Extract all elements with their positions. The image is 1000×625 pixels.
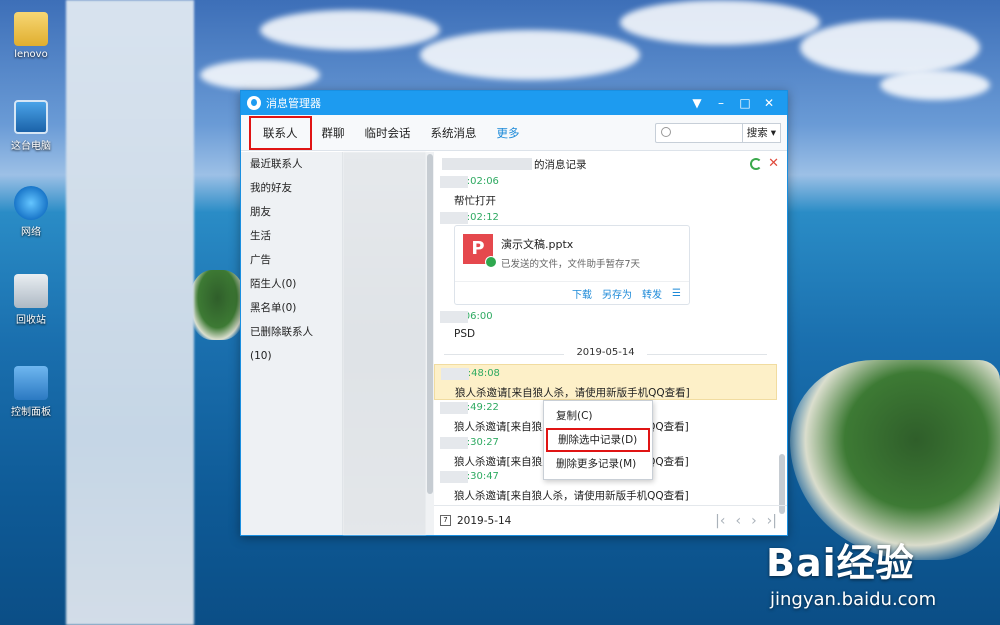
list-item-selected[interactable]: 16:48:08 狼人杀邀请[来自狼人杀，请使用新版手机QQ查看]	[434, 364, 777, 400]
contact-category-list: 最近联系人 我的好友 朋友 生活 广告 陌生人(0) 黑名单(0) 已删除联系人…	[241, 152, 343, 535]
baidu-watermark: Bai经验 jingyan.baidu.com	[766, 532, 936, 610]
category-blacklist[interactable]: 黑名单(0)	[241, 296, 342, 320]
menu-item-delete-more[interactable]: 删除更多记录(M)	[544, 452, 652, 476]
file-status: 已发送的文件，文件助手暂存7天	[501, 259, 641, 270]
contact-list-scrollbar[interactable]	[426, 152, 434, 535]
control-panel-icon	[14, 366, 48, 400]
list-item: 22:02:12	[434, 212, 777, 224]
category-strangers[interactable]: 陌生人(0)	[241, 272, 342, 296]
blurred-contact-list	[343, 152, 426, 535]
tab-contacts[interactable]: 联系人	[249, 115, 312, 150]
desktop-icon-label: 这台电脑	[11, 141, 51, 152]
folder-icon	[14, 12, 48, 46]
category-my-friends[interactable]: 我的好友	[241, 176, 342, 200]
island-image-small	[190, 270, 245, 340]
network-icon	[14, 186, 48, 220]
desktop-icon-control-panel[interactable]: 控制面板	[4, 366, 58, 418]
category-recent[interactable]: 最近联系人	[241, 152, 342, 176]
minimize-button[interactable]: –	[709, 96, 733, 110]
island-image	[790, 360, 1000, 560]
desktop-icon-lenovo[interactable]: lenovo	[4, 12, 58, 60]
title-bar[interactable]: 消息管理器 ▼ – □ ✕	[241, 91, 787, 115]
category-deleted[interactable]: 已删除联系人(10)	[241, 320, 342, 362]
blurred-region	[66, 0, 194, 625]
scrollbar-thumb[interactable]	[427, 154, 433, 494]
tab-group-chat[interactable]: 群聊	[312, 125, 355, 141]
list-item: 2:06:00 PSD	[434, 311, 777, 340]
tab-system-messages[interactable]: 系统消息	[421, 125, 487, 141]
date-separator: 2019-05-14	[434, 347, 777, 358]
desktop-icon-label: 回收站	[16, 315, 46, 326]
delete-icon[interactable]: ✕	[768, 157, 779, 170]
message-text[interactable]: PSD	[434, 328, 777, 340]
message-text[interactable]: 狼人杀邀请[来自狼人杀，请使用新版手机QQ查看]	[435, 385, 776, 400]
blurred-contact-name	[442, 158, 532, 170]
desktop-icon-recycle-bin[interactable]: 回收站	[4, 274, 58, 326]
file-card[interactable]: P 演示文稿.pptx 已发送的文件，文件助手暂存7天 下载 另存为 转发 ☰	[454, 225, 690, 305]
list-item: 22:02:06 帮忙打开	[434, 176, 777, 208]
desktop-icon-this-pc[interactable]: 这台电脑	[4, 100, 58, 152]
desktop-icon-label: 控制面板	[11, 407, 51, 418]
baidu-logo: Bai经验	[766, 541, 915, 585]
download-link[interactable]: 下载	[572, 286, 592, 301]
footer-date[interactable]: 2019-5-14	[457, 515, 511, 527]
tab-more[interactable]: 更多	[487, 125, 530, 141]
chat-header: 的消息记录 ✕	[434, 152, 787, 176]
prev-page-icon[interactable]: ‹	[735, 513, 741, 529]
menu-item-copy[interactable]: 复制(C)	[544, 404, 652, 428]
search-input[interactable]	[654, 122, 743, 143]
first-page-icon[interactable]: |‹	[715, 513, 725, 529]
more-menu-icon[interactable]: ☰	[672, 288, 681, 299]
computer-icon	[14, 100, 48, 134]
menu-dropdown-button[interactable]: ▼	[685, 96, 709, 110]
desktop-icon-label: lenovo	[14, 49, 48, 60]
chevron-down-icon: ▾	[770, 126, 776, 139]
baidu-url: jingyan.baidu.com	[770, 589, 937, 610]
context-menu: 复制(C) 删除选中记录(D) 删除更多记录(M)	[543, 400, 653, 480]
category-friends[interactable]: 朋友	[241, 200, 342, 224]
menu-item-delete-selected[interactable]: 删除选中记录(D)	[546, 428, 650, 452]
search-area: 搜索 ▾	[654, 122, 781, 143]
tab-bar: 联系人 群聊 临时会话 系统消息 更多 搜索 ▾	[241, 115, 787, 151]
search-button[interactable]: 搜索 ▾	[742, 122, 781, 143]
chat-scrollbar[interactable]	[778, 176, 786, 514]
chat-header-suffix: 的消息记录	[534, 158, 587, 171]
file-name: 演示文稿.pptx	[501, 238, 574, 251]
forward-link[interactable]: 转发	[642, 286, 662, 301]
desktop-icon-label: 网络	[21, 227, 41, 238]
window-body: 最近联系人 我的好友 朋友 生活 广告 陌生人(0) 黑名单(0) 已删除联系人…	[241, 152, 787, 535]
calendar-icon[interactable]: 7	[440, 515, 451, 526]
message-text[interactable]: 狼人杀邀请[来自狼人杀，请使用新版手机QQ查看]	[434, 488, 777, 503]
refresh-icon[interactable]	[750, 158, 763, 170]
category-life[interactable]: 生活	[241, 224, 342, 248]
close-button[interactable]: ✕	[757, 96, 781, 110]
window-title: 消息管理器	[266, 97, 321, 110]
message-text[interactable]: 帮忙打开	[434, 193, 777, 208]
check-icon	[485, 256, 497, 268]
recycle-bin-icon	[14, 274, 48, 308]
next-page-icon[interactable]: ›	[751, 513, 757, 529]
chat-footer: 7 2019-5-14 |‹ ‹ › ›|	[434, 505, 787, 535]
search-button-label: 搜索	[746, 127, 768, 139]
message-manager-window: 消息管理器 ▼ – □ ✕ 联系人 群聊 临时会话 系统消息 更多 搜索 ▾ 最…	[240, 90, 788, 536]
tab-temp-chat[interactable]: 临时会话	[355, 125, 421, 141]
last-page-icon[interactable]: ›|	[767, 513, 777, 529]
desktop-icon-network[interactable]: 网络	[4, 186, 58, 238]
save-as-link[interactable]: 另存为	[602, 286, 632, 301]
maximize-button[interactable]: □	[733, 96, 757, 110]
search-icon	[660, 126, 671, 137]
category-ads[interactable]: 广告	[241, 248, 342, 272]
qq-logo-icon	[247, 96, 261, 110]
